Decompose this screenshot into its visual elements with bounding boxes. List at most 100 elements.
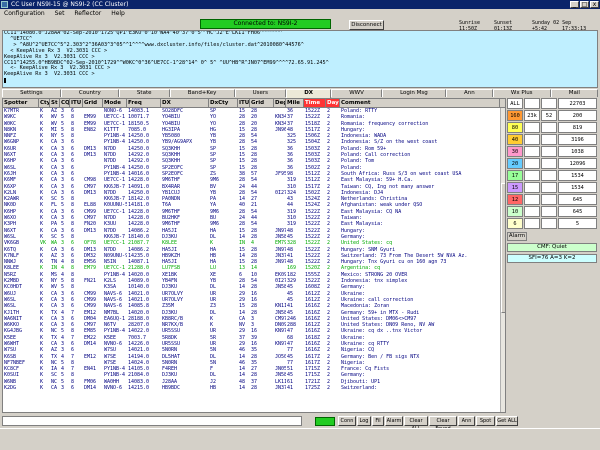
col-header-itu[interactable]: ITU — [238, 99, 250, 107]
band-count: 1534 — [558, 182, 597, 193]
command-input[interactable] — [2, 416, 302, 426]
minimize-button[interactable]: _ — [570, 1, 579, 8]
tab-wx-plus[interactable]: Wx Plus — [492, 89, 551, 97]
band-count — [524, 98, 540, 109]
band-count: 200 — [558, 110, 597, 121]
band-count — [524, 170, 540, 181]
clear-all-button[interactable]: Clear ALL — [404, 416, 428, 432]
band-count — [541, 98, 557, 109]
tab-ann[interactable]: Ann — [445, 89, 493, 97]
band-count — [524, 146, 540, 157]
cell-dx: HB9BDC — [162, 385, 181, 392]
menu-configuration[interactable]: Configuration — [0, 9, 49, 18]
close-button[interactable]: x — [590, 1, 599, 8]
col-header-grid[interactable]: Grid — [83, 99, 103, 107]
menu-set[interactable]: Set — [51, 9, 69, 18]
col-header-st[interactable]: St — [50, 99, 60, 107]
col-header-grid[interactable]: Grid — [250, 99, 274, 107]
get-all-button[interactable]: Get ALL — [496, 416, 518, 426]
maximize-button[interactable]: □ — [580, 1, 589, 8]
menu-bar: Configuration Set Reflector Help — [0, 9, 600, 18]
fil-button[interactable]: Fil — [372, 416, 384, 426]
table-row[interactable]: K2DG K CA 3 6 DM14 NVNO-6 14215.0 HB9BDC HB 14 28 JN… — [3, 385, 505, 391]
band-button-30[interactable]: 30 — [507, 146, 523, 157]
grid-scrollbar[interactable] — [500, 108, 505, 412]
band-count: 52 — [541, 110, 557, 121]
band-count: 819 — [558, 122, 597, 133]
band-button-10[interactable]: 10 — [507, 206, 523, 217]
band-button-15[interactable]: 15 — [507, 182, 523, 193]
cell-st: CA — [51, 385, 58, 392]
col-header-cty[interactable]: Cty — [39, 99, 50, 107]
clear-found-button[interactable]: Clear Found — [429, 416, 457, 432]
band-count — [541, 146, 557, 157]
disconnect-button[interactable]: Disconnect — [349, 20, 384, 30]
band-count — [524, 218, 540, 229]
menu-help[interactable]: Help — [107, 9, 129, 18]
band-count: 22703 — [558, 98, 597, 109]
band-panel: ALL 22703 160 23k 52 200 80 819 40 3196 30 1038 20 12… — [507, 98, 598, 263]
spot-button[interactable]: Spot — [476, 416, 495, 426]
band-button-6[interactable]: 6 — [507, 218, 523, 229]
cluster-console[interactable]: CC11^14080.0^J28AA^02-Sep-2010^1725^QP1^… — [2, 30, 598, 88]
tab-band-key[interactable]: Band+Key — [169, 89, 235, 97]
menu-reflector[interactable]: Reflector — [70, 9, 105, 18]
col-header-freq[interactable]: Freq — [127, 99, 161, 107]
scrollbar-thumb[interactable] — [501, 183, 505, 313]
band-button-all[interactable]: ALL — [507, 98, 523, 109]
band-button-80[interactable]: 80 — [507, 122, 523, 133]
col-header-dxcty[interactable]: DxCty — [209, 99, 238, 107]
tab-wwv[interactable]: WWV — [331, 89, 382, 97]
conn-button[interactable]: Conn — [338, 416, 356, 426]
cell-mode: NVNO-6 — [104, 385, 123, 392]
col-header-spotter[interactable]: Spotter — [3, 99, 39, 107]
spot-grid[interactable]: Spotter Cty St CQ ITU Grid Mode Freq DX DxCty ITU G… — [2, 98, 506, 413]
grid-header: Spotter Cty St CQ ITU Grid Mode Freq DX DxCty ITU G… — [3, 99, 505, 108]
band-button-17[interactable]: 17 — [507, 170, 523, 181]
tab-mail[interactable]: Mail — [550, 89, 599, 97]
cell-itu: 6 — [71, 385, 75, 392]
col-header-deg[interactable]: Deg — [274, 99, 286, 107]
tab-users[interactable]: Users — [234, 89, 287, 97]
band-count: 645 — [558, 206, 597, 217]
grid-body: K7MTR K AZ 3 6 NONO-6 14083.1 SO28DFC SP 15 28 36 15… — [3, 108, 505, 391]
tab-state[interactable]: State — [118, 89, 170, 97]
band-count — [524, 194, 540, 205]
band-count — [541, 206, 557, 217]
col-header-cq[interactable]: CQ — [60, 99, 70, 107]
tab-country[interactable]: Country — [60, 89, 119, 97]
col-header-comment[interactable]: Comment — [340, 99, 500, 107]
alarm-button[interactable]: Alarm — [385, 416, 403, 426]
band-button-12[interactable]: 12 — [507, 194, 523, 205]
col-header-itu[interactable]: ITU — [70, 99, 83, 107]
app-icon — [1, 1, 8, 8]
band-grid: ALL 22703 160 23k 52 200 80 819 40 3196 30 1038 20 12… — [507, 98, 598, 230]
band-count: 1038 — [558, 146, 597, 157]
cell-freq: 14215.0 — [128, 385, 150, 392]
col-header-dx[interactable]: DX — [161, 99, 209, 107]
cell-spotter: K2DG — [4, 385, 17, 392]
taskbar — [0, 428, 600, 450]
band-count: 5 — [558, 218, 597, 229]
band-count — [541, 122, 557, 133]
cell-time: 1725Z — [305, 385, 321, 392]
cell-grid: 28 — [251, 385, 258, 392]
band-count: 1534 — [558, 170, 597, 181]
col-header-day[interactable]: Day — [326, 99, 340, 107]
band-button-160[interactable]: 160 — [507, 110, 523, 121]
cell-deg: JN37 — [275, 385, 286, 392]
col-header-mile[interactable]: Mile — [286, 99, 304, 107]
alarm-button[interactable]: Alarm — [507, 232, 527, 241]
tab-settings[interactable]: Settings — [2, 89, 61, 97]
tab-dx[interactable]: DX — [286, 89, 332, 98]
col-header-mode[interactable]: Mode — [103, 99, 127, 107]
col-header-time[interactable]: Time — [304, 99, 326, 107]
cell-comment: Switzerland: — [341, 385, 378, 392]
ann-button[interactable]: Ann — [458, 416, 475, 426]
band-count — [541, 134, 557, 145]
band-button-20[interactable]: 20 — [507, 158, 523, 169]
log-button[interactable]: Log — [357, 416, 371, 426]
tab-login-msg[interactable]: Login Msg — [381, 89, 446, 97]
tab-bar: Settings Country State Band+Key Users DX WWV Lo… — [2, 89, 599, 98]
band-button-40[interactable]: 40 — [507, 134, 523, 145]
